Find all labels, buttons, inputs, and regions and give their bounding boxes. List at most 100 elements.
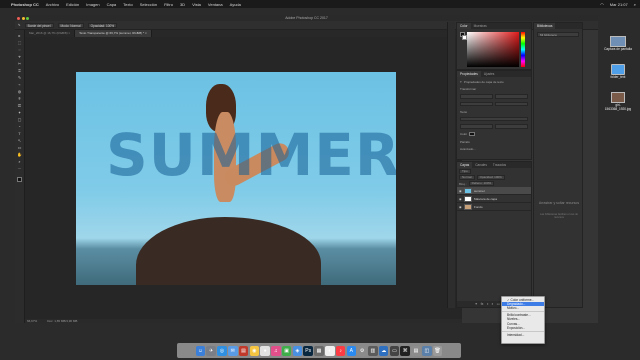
dock-app-icon[interactable]: ✈ (206, 345, 216, 356)
text-color-swatch[interactable] (469, 131, 476, 137)
menu-edicion[interactable]: Edición (66, 2, 79, 7)
tab-swatches[interactable]: Muestras (471, 23, 490, 29)
x-field[interactable] (460, 101, 493, 107)
dock-app-icon[interactable]: ✉ (227, 345, 238, 356)
desktop-icon-screenshot[interactable]: Captura de pantalla (603, 36, 633, 51)
tab-adjustments[interactable]: Ajustes (481, 71, 497, 77)
tool-11-icon[interactable]: ✦ (16, 110, 23, 117)
tool-15-icon[interactable]: ↖ (16, 138, 23, 145)
tool-16-icon[interactable]: ▭ (16, 145, 23, 152)
dock-app-icon[interactable]: ☁ (378, 345, 389, 356)
desktop-icon-image[interactable]: girl-1563368_1920.jpg (603, 92, 633, 111)
search-icon[interactable]: ⌕ (634, 2, 636, 7)
menu-archivo[interactable]: Archivo (46, 2, 59, 7)
fx-icon[interactable]: fx (481, 301, 484, 307)
dock-app-icon[interactable]: ▣ (281, 345, 292, 356)
tool-7-icon[interactable]: ⌁ (16, 82, 23, 89)
tool-13-icon[interactable]: ◔ (16, 124, 23, 131)
tab-channels[interactable]: Canales (472, 162, 490, 168)
menu-capa[interactable]: Capa (107, 2, 117, 7)
dock-app-icon[interactable]: ⚙ (357, 345, 367, 356)
dock-app-icon[interactable]: ▤ (411, 345, 421, 356)
layer-fill-field[interactable]: Relleno: 100% (468, 181, 495, 186)
dock-app-icon[interactable]: A (346, 345, 357, 356)
menu-filtro[interactable]: Filtro (164, 2, 173, 7)
toolbar-foreground-color[interactable] (17, 177, 22, 182)
mode-select[interactable]: Modo: Normal (57, 22, 84, 28)
layer-opacity-field[interactable]: Opacidad: 100% (476, 175, 505, 180)
dock-app-icon[interactable]: ◐ (324, 345, 335, 356)
dock-app-icon[interactable]: ▤ (238, 345, 249, 356)
layer-row[interactable]: ◉ Máscara de capa (457, 195, 531, 203)
tab-properties[interactable]: Propiedades (457, 71, 481, 77)
menu-ventana[interactable]: Ventana (208, 2, 223, 7)
dock-app-icon[interactable]: ♪ (335, 345, 346, 356)
tool-12-icon[interactable]: ▢ (16, 117, 23, 124)
blend-mode-select[interactable]: Normal (459, 175, 475, 180)
visibility-eye-icon[interactable]: ◉ (459, 197, 462, 201)
layer-kind-filter[interactable]: Tipo (459, 169, 471, 174)
dock-app-icon[interactable]: ◫ (422, 345, 432, 356)
tool-10-icon[interactable]: ⎚ (16, 103, 23, 110)
mask-icon[interactable]: ◑ (486, 301, 488, 307)
width-field[interactable] (460, 94, 493, 99)
tab-layers[interactable]: Capas (457, 162, 473, 168)
tool-0-icon[interactable]: ▸ (16, 33, 23, 40)
tool-19-icon[interactable]: ⋯ (16, 166, 23, 173)
tool-2-icon[interactable]: ◌ (16, 47, 23, 54)
tool-6-icon[interactable]: ✎ (16, 75, 23, 82)
dock-app-icon[interactable]: ▦ (314, 345, 324, 356)
menu-app-name[interactable]: Photoshop CC (11, 2, 39, 7)
canvas-area[interactable]: SUMMER (25, 37, 462, 319)
minimize-window-button[interactable] (21, 16, 25, 20)
tool-17-icon[interactable]: ✋ (16, 152, 23, 159)
tab-libraries[interactable]: Bibliotecas (534, 23, 556, 29)
advanced-link[interactable]: Avanzado... (460, 147, 476, 151)
dock-app-icon[interactable]: ⌘ (400, 345, 411, 356)
layer-row[interactable]: ◉ Fondo (457, 203, 531, 211)
leading-field[interactable] (495, 124, 528, 129)
folder-icon[interactable]: ▭ (497, 301, 500, 307)
layer-row[interactable]: ◉ summer (457, 187, 531, 195)
y-field[interactable] (495, 101, 528, 107)
dock-app-icon[interactable]: 🗑 (432, 345, 443, 356)
menu-imagen[interactable]: Imagen (86, 2, 99, 7)
zoom-readout[interactable]: 66,67% (27, 319, 37, 323)
close-window-button[interactable] (17, 16, 20, 20)
link-icon[interactable]: ⚭ (475, 301, 478, 307)
tool-preset-picker[interactable]: Borde del pincel (24, 22, 54, 28)
tool-1-icon[interactable]: ⬚ (16, 40, 23, 47)
menu-seleccion[interactable]: Selección (140, 2, 157, 7)
summer-text-layer[interactable]: SUMMER (106, 120, 396, 190)
hue-slider[interactable] (521, 32, 525, 67)
menu-ayuda[interactable]: Ayuda (230, 2, 241, 7)
tool-preset-icon[interactable]: ✎ (18, 23, 21, 27)
opacity-field[interactable]: Opacidad: 100% (87, 22, 118, 28)
dock-app-icon[interactable]: ● (260, 345, 270, 356)
dock-app-icon[interactable]: ▥ (368, 345, 378, 356)
tool-14-icon[interactable]: T (16, 131, 23, 138)
tool-8-icon[interactable]: ◍ (16, 89, 23, 96)
document-tab[interactable]: Mar_2016 @ 16,7% (RGB/8) × (25, 30, 76, 37)
font-family-select[interactable] (460, 116, 528, 122)
document-canvas[interactable]: SUMMER (76, 72, 396, 285)
menu-item[interactable]: Intensidad... (502, 333, 544, 337)
dock-app-icon[interactable]: ◈ (292, 345, 303, 356)
color-picker-field[interactable] (467, 32, 519, 67)
tool-3-icon[interactable]: ⌖ (16, 54, 23, 61)
document-tab[interactable]: Texto Transparente @ 66,7% (summer, RGB/… (75, 30, 152, 37)
dock-app-icon[interactable]: ◎ (217, 345, 227, 356)
zoom-window-button[interactable] (26, 16, 29, 20)
dock-app-icon[interactable]: ◉ (249, 345, 260, 356)
dock-app-icon[interactable]: Ps (303, 345, 314, 356)
desktop-icon-folder[interactable]: folder_text (603, 64, 633, 79)
dock-app-icon[interactable]: ♫ (271, 345, 281, 356)
tool-18-icon[interactable]: ⌕ (16, 159, 23, 166)
visibility-eye-icon[interactable]: ◉ (459, 205, 462, 209)
tool-9-icon[interactable]: ⍟ (16, 96, 23, 103)
wifi-icon[interactable]: ◠ (600, 2, 604, 7)
library-select[interactable]: Mi biblioteca (537, 32, 579, 37)
visibility-eye-icon[interactable]: ◉ (459, 189, 462, 193)
menu-item[interactable]: Exposición... (502, 326, 544, 330)
menu-texto[interactable]: Texto (123, 2, 133, 7)
